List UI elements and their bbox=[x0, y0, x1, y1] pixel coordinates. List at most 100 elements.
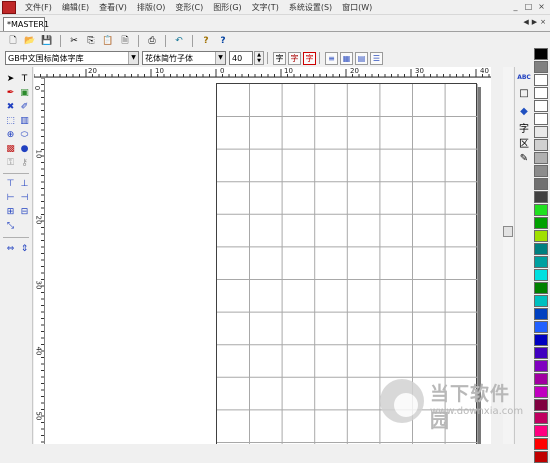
pen-tool-icon[interactable]: ✒ bbox=[4, 86, 17, 99]
menu-text[interactable]: 文字(T) bbox=[247, 2, 284, 13]
menu-view[interactable]: 查看(V) bbox=[94, 2, 132, 13]
unlock-icon[interactable]: ⚷ bbox=[18, 156, 31, 169]
color-swatch[interactable] bbox=[534, 113, 548, 125]
chevron-down-icon[interactable]: ▼ bbox=[128, 52, 138, 64]
new-file-icon[interactable]: 🗋 bbox=[6, 35, 20, 48]
color-swatch[interactable] bbox=[534, 334, 548, 346]
color-swatch[interactable] bbox=[534, 282, 548, 294]
color-swatch[interactable] bbox=[534, 74, 548, 86]
menu-file[interactable]: 文件(F) bbox=[20, 2, 57, 13]
justify-icon[interactable]: ☰ bbox=[370, 51, 383, 65]
align-left-icon[interactable]: ≡ bbox=[325, 51, 338, 65]
print-preview-icon[interactable]: 🗎 bbox=[118, 35, 132, 48]
crop-tool-icon[interactable]: ✖ bbox=[4, 100, 17, 113]
menu-layout[interactable]: 排版(O) bbox=[132, 2, 171, 13]
close-icon[interactable]: × bbox=[536, 1, 547, 12]
save-icon[interactable]: 💾 bbox=[40, 35, 54, 48]
color-swatch[interactable] bbox=[534, 438, 548, 450]
scrollbar-thumb[interactable] bbox=[503, 226, 513, 237]
group-icon[interactable]: ⊞ bbox=[4, 205, 17, 218]
distribute-icon[interactable]: ▤ bbox=[355, 51, 368, 65]
minimize-icon[interactable]: _ bbox=[510, 1, 521, 12]
color-swatch[interactable] bbox=[534, 373, 548, 385]
color-swatch[interactable] bbox=[534, 451, 548, 463]
abc-text-icon[interactable]: ABC bbox=[517, 71, 531, 84]
zoom-tool-icon[interactable]: ⊕ bbox=[4, 128, 17, 141]
color-swatch[interactable] bbox=[534, 178, 548, 190]
app-icon[interactable] bbox=[2, 0, 16, 14]
select-arrow-icon[interactable]: ➤ bbox=[4, 72, 17, 85]
color-swatch[interactable] bbox=[534, 191, 548, 203]
color-swatch[interactable] bbox=[534, 139, 548, 151]
circle-tool-icon[interactable]: ● bbox=[18, 142, 31, 155]
chevron-down-icon[interactable]: ▼ bbox=[215, 52, 225, 64]
layout-tool-icon[interactable]: ▥ bbox=[18, 114, 31, 127]
color-swatch[interactable] bbox=[534, 360, 548, 372]
image-tool-icon[interactable]: ▣ bbox=[18, 86, 31, 99]
color-swatch[interactable] bbox=[534, 204, 548, 216]
brush-tool-icon[interactable]: ✐ bbox=[18, 100, 31, 113]
character-icon[interactable]: 字 bbox=[517, 121, 531, 135]
color-swatch[interactable] bbox=[534, 243, 548, 255]
text-tool-icon[interactable]: T bbox=[18, 72, 31, 85]
lock-icon[interactable]: ⚿ bbox=[4, 156, 17, 169]
menu-window[interactable]: 窗口(W) bbox=[337, 2, 377, 13]
tab-prev-icon[interactable]: ◀ bbox=[523, 18, 528, 26]
menu-edit[interactable]: 编辑(E) bbox=[57, 2, 94, 13]
vertical-scrollbar[interactable] bbox=[503, 67, 513, 444]
region-icon[interactable]: 区 bbox=[517, 136, 531, 150]
grid-table-icon[interactable]: ▦ bbox=[340, 51, 353, 65]
align-right-icon[interactable]: ⊣ bbox=[18, 191, 31, 204]
align-top-icon[interactable]: ⊤ bbox=[4, 177, 17, 190]
color-swatch[interactable] bbox=[534, 399, 548, 411]
drawing-canvas[interactable] bbox=[45, 78, 491, 444]
tab-next-icon[interactable]: ▶ bbox=[532, 18, 537, 26]
menu-system-settings[interactable]: 系统设置(S) bbox=[284, 2, 337, 13]
undo-icon[interactable]: ↶ bbox=[172, 35, 186, 48]
stretch-horizontal-icon[interactable]: ⇔ bbox=[4, 242, 17, 255]
shape-tool-icon[interactable]: ⬚ bbox=[4, 114, 17, 127]
text-format-button[interactable]: 字 bbox=[273, 51, 286, 65]
color-swatch[interactable] bbox=[534, 126, 548, 138]
copy-icon[interactable]: ⎘ bbox=[84, 35, 98, 48]
color-swatch[interactable] bbox=[534, 269, 548, 281]
document-page[interactable] bbox=[216, 83, 478, 444]
color-fill-icon[interactable]: ◆ bbox=[517, 105, 531, 118]
frame-icon[interactable]: □ bbox=[517, 87, 531, 100]
font-size-stepper[interactable]: ▲ ▼ bbox=[254, 51, 264, 65]
help-icon[interactable]: ? bbox=[199, 35, 213, 48]
stretch-vertical-icon[interactable]: ⇕ bbox=[18, 242, 31, 255]
text-outline-button[interactable]: 字 bbox=[288, 51, 301, 65]
color-swatch[interactable] bbox=[534, 256, 548, 268]
color-swatch[interactable] bbox=[534, 87, 548, 99]
color-swatch[interactable] bbox=[534, 347, 548, 359]
fill-tool-icon[interactable]: ▩ bbox=[4, 142, 17, 155]
color-swatch[interactable] bbox=[534, 217, 548, 229]
chinese-font-select[interactable]: GB中文国标简体字库 ▼ bbox=[5, 51, 139, 65]
color-swatch[interactable] bbox=[534, 295, 548, 307]
color-swatch[interactable] bbox=[534, 48, 548, 60]
maximize-icon[interactable]: □ bbox=[523, 1, 534, 12]
display-font-select[interactable]: 花体简竹子体 ▼ bbox=[142, 51, 226, 65]
menu-transform[interactable]: 变形(C) bbox=[170, 2, 208, 13]
edit-icon[interactable]: ✎ bbox=[517, 152, 531, 165]
document-tab[interactable]: *MASTER1 bbox=[3, 17, 49, 31]
ungroup-icon[interactable]: ⊟ bbox=[18, 205, 31, 218]
open-folder-icon[interactable]: 📂 bbox=[23, 35, 37, 48]
color-swatch[interactable] bbox=[534, 230, 548, 242]
align-left-icon[interactable]: ⊢ bbox=[4, 191, 17, 204]
color-swatch[interactable] bbox=[534, 412, 548, 424]
paste-icon[interactable]: 📋 bbox=[101, 35, 115, 48]
color-swatch[interactable] bbox=[534, 61, 548, 73]
print-icon[interactable]: ⎙ bbox=[145, 35, 159, 48]
color-swatch[interactable] bbox=[534, 308, 548, 320]
context-help-icon[interactable]: ? bbox=[216, 35, 230, 48]
font-size-select[interactable]: 40 bbox=[229, 51, 253, 65]
text-shadow-button[interactable]: 字 bbox=[303, 51, 316, 65]
cut-icon[interactable]: ✂ bbox=[67, 35, 81, 48]
color-swatch[interactable] bbox=[534, 152, 548, 164]
menu-graphics[interactable]: 图形(G) bbox=[208, 2, 246, 13]
resize-icon[interactable]: ⤡ bbox=[4, 219, 17, 232]
color-swatch[interactable] bbox=[534, 165, 548, 177]
color-swatch[interactable] bbox=[534, 425, 548, 437]
